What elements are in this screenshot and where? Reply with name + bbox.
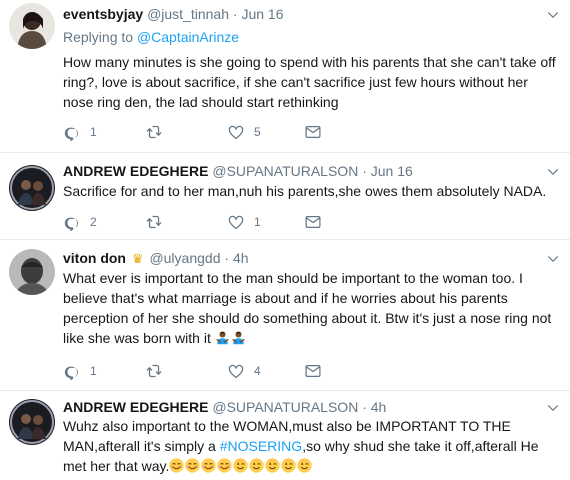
man-gesturing-emoji — [215, 330, 230, 345]
replying-to: Replying to @CaptainArinze — [63, 28, 239, 46]
dm-button[interactable] — [304, 122, 322, 142]
replying-prefix: Replying to — [63, 29, 137, 45]
retweet-icon — [145, 362, 163, 380]
like-button[interactable]: 1 — [227, 212, 261, 232]
crown-icon: ♛ — [131, 251, 144, 266]
like-icon — [227, 362, 245, 380]
reply-button[interactable]: 1 — [63, 361, 97, 381]
smiling-emoji — [201, 458, 216, 473]
tweet-text: Sacrifice for and to her man,nuh his par… — [63, 183, 547, 199]
reply-button[interactable]: 1 — [63, 122, 97, 142]
avatar[interactable] — [9, 165, 55, 211]
reply-icon — [63, 123, 81, 141]
timestamp[interactable]: 4h — [233, 250, 249, 266]
display-name[interactable]: viton don — [63, 250, 126, 266]
retweet-button[interactable] — [145, 122, 172, 142]
winking-emoji — [249, 458, 264, 473]
retweet-icon — [145, 123, 163, 141]
smiling-emoji — [217, 458, 232, 473]
display-name[interactable]: ANDREW EDEGHERE — [63, 399, 208, 415]
reply-count: 2 — [90, 215, 97, 229]
reply-icon — [63, 362, 81, 380]
avatar[interactable] — [9, 249, 55, 295]
user-handle[interactable]: @SUPANATURALSON — [212, 163, 358, 179]
display-name[interactable]: ANDREW EDEGHERE — [63, 163, 208, 179]
reply-icon — [63, 213, 81, 231]
like-count: 4 — [254, 364, 261, 378]
timestamp[interactable]: Jun 16 — [371, 163, 413, 179]
user-handle[interactable]: @ulyangdd — [149, 250, 220, 266]
retweet-button[interactable] — [145, 361, 172, 381]
chevron-down-icon[interactable] — [546, 8, 560, 22]
retweet-button[interactable] — [145, 212, 172, 232]
reply-count: 1 — [90, 125, 97, 139]
winking-emoji — [265, 458, 280, 473]
tweet[interactable]: eventsbyjay @just_tinnah · Jun 16 Replyi… — [0, 0, 570, 153]
separator: · — [224, 250, 230, 266]
tweet[interactable]: viton don ♛ @ulyangdd · 4h What ever is … — [0, 240, 570, 390]
smiling-emoji — [185, 458, 200, 473]
smiling-emoji — [169, 458, 184, 473]
tweet-text-body: What ever is important to the man should… — [63, 270, 552, 346]
dm-icon — [304, 213, 322, 231]
like-button[interactable]: 4 — [227, 361, 261, 381]
tweet-text: Wuhz also important to the WOMAN,must al… — [63, 416, 559, 476]
tweet-header: eventsbyjay @just_tinnah · Jun 16 — [63, 5, 284, 23]
tweet-actions: 1 4 — [63, 361, 363, 381]
dm-icon — [304, 123, 322, 141]
dm-button[interactable] — [304, 361, 322, 381]
user-handle[interactable]: @just_tinnah — [147, 6, 229, 22]
like-icon — [227, 213, 245, 231]
tweet-header: ANDREW EDEGHERE @SUPANATURALSON · Jun 16 — [63, 162, 413, 180]
tweet-actions: 1 5 — [63, 122, 363, 142]
chevron-down-icon[interactable] — [546, 165, 560, 179]
tweet[interactable]: ANDREW EDEGHERE @SUPANATURALSON · 4h Wuh… — [0, 391, 570, 480]
separator: · — [362, 163, 367, 179]
like-icon — [227, 123, 245, 141]
man-gesturing-emoji — [231, 330, 246, 345]
dm-button[interactable] — [304, 212, 322, 232]
separator: · — [362, 399, 367, 415]
tweet-actions: 2 1 — [63, 212, 363, 232]
like-button[interactable]: 5 — [227, 122, 261, 142]
replying-to-link[interactable]: @CaptainArinze — [137, 29, 239, 45]
winking-emoji — [281, 458, 296, 473]
avatar[interactable] — [9, 3, 55, 49]
hashtag-link[interactable]: #NOSERING — [220, 438, 302, 454]
tweet[interactable]: ANDREW EDEGHERE @SUPANATURALSON · Jun 16… — [0, 153, 570, 239]
user-handle[interactable]: @SUPANATURALSON — [212, 399, 358, 415]
like-count: 1 — [254, 215, 261, 229]
winking-emoji — [233, 458, 248, 473]
tweet-text: What ever is important to the man should… — [63, 268, 559, 348]
reply-count: 1 — [90, 364, 97, 378]
timestamp[interactable]: Jun 16 — [241, 6, 283, 22]
tweet-header: viton don ♛ @ulyangdd · 4h — [63, 249, 249, 268]
chevron-down-icon[interactable] — [546, 401, 560, 415]
tweet-header: ANDREW EDEGHERE @SUPANATURALSON · 4h — [63, 398, 386, 416]
winking-emoji — [297, 458, 312, 473]
timestamp[interactable]: 4h — [371, 399, 387, 415]
retweet-icon — [145, 213, 163, 231]
reply-button[interactable]: 2 — [63, 212, 97, 232]
dm-icon — [304, 362, 322, 380]
avatar[interactable] — [9, 399, 55, 445]
chevron-down-icon[interactable] — [546, 252, 560, 266]
tweet-text: How many minutes is she going to spend w… — [63, 54, 556, 110]
like-count: 5 — [254, 125, 261, 139]
display-name[interactable]: eventsbyjay — [63, 6, 143, 22]
separator: · — [232, 6, 238, 22]
